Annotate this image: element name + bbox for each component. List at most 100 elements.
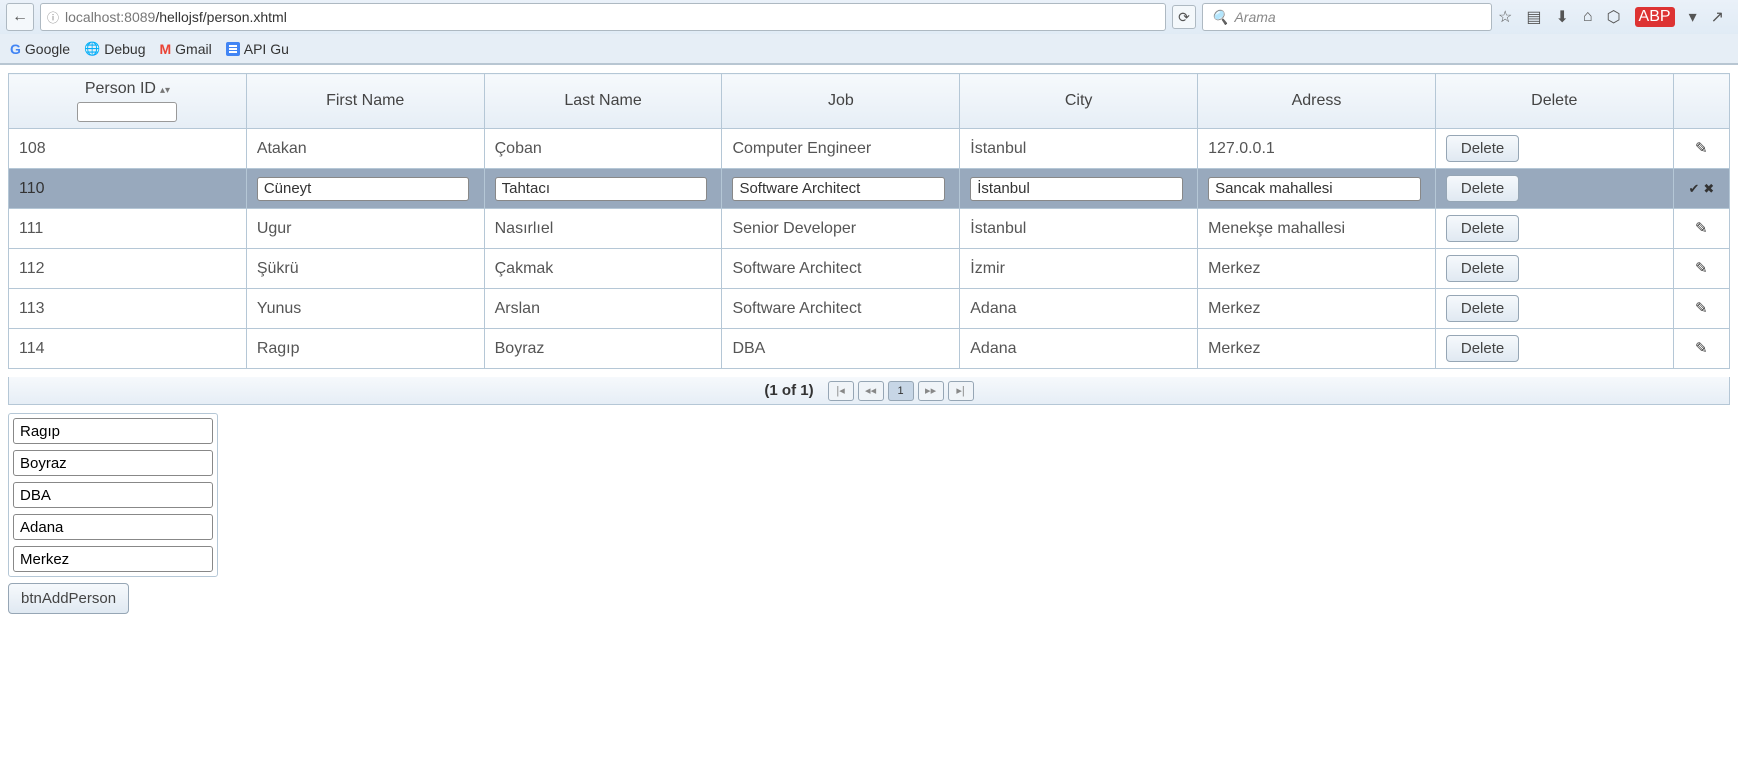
header-last-name[interactable]: Last Name [484,74,722,129]
edit-last-input[interactable] [495,177,707,201]
edit-city-input[interactable] [970,177,1182,201]
header-edit [1673,74,1729,129]
header-delete: Delete [1435,74,1673,129]
cell-delete: Delete [1435,129,1673,169]
form-last-input[interactable] [13,450,213,476]
delete-button[interactable]: Delete [1446,295,1519,322]
dropdown-icon[interactable]: ▾ [1689,7,1697,27]
header-label: Last Name [564,92,641,109]
confirm-icon[interactable]: ✔ [1686,181,1701,196]
search-placeholder: Arama [1234,9,1275,25]
bookmark-debug[interactable]: 🌐 Debug [84,41,145,57]
delete-button[interactable]: Delete [1446,215,1519,242]
cell-last: Arslan [484,289,722,329]
edit-first-input[interactable] [257,177,469,201]
cell-first: Ragıp [246,329,484,369]
header-address[interactable]: Adress [1198,74,1436,129]
cell-id: 113 [9,289,247,329]
cell-first [246,169,484,209]
add-person-form [8,413,218,577]
cell-delete: Delete [1435,249,1673,289]
bookmark-label: Gmail [175,41,212,57]
google-icon: G [10,41,21,57]
table-row: 108AtakanÇobanComputer Engineerİstanbul1… [9,129,1730,169]
edit-icon[interactable]: ✎ [1695,220,1708,237]
edit-icon[interactable]: ✎ [1695,340,1708,357]
bookmark-label: Debug [104,41,145,57]
delete-button[interactable]: Delete [1446,135,1519,162]
edit-icon[interactable]: ✎ [1695,260,1708,277]
filter-id-input[interactable] [77,102,177,122]
cell-delete: Delete [1435,289,1673,329]
edit-address-input[interactable] [1208,177,1420,201]
table-row: 110 Delete ✔✖ [9,169,1730,209]
header-label: Adress [1292,92,1342,109]
abp-icon[interactable]: ABP [1635,7,1675,27]
paginator-next[interactable]: ▸▸ [918,381,944,401]
bookmark-google[interactable]: G Google [10,41,70,57]
delete-button[interactable]: Delete [1446,335,1519,362]
paginator-first[interactable]: |◂ [828,381,854,401]
doc-icon [226,42,240,56]
toolbar-icons: ☆ ▤ ⬇ ⌂ ⬡ ABP ▾ ↗ [1498,7,1732,27]
sort-icon[interactable]: ▴▾ [160,85,170,96]
cell-address: Menekşe mahallesi [1198,209,1436,249]
table-row: 112ŞükrüÇakmakSoftware ArchitectİzmirMer… [9,249,1730,289]
paginator-last[interactable]: ▸| [948,381,974,401]
header-label: Person ID [85,80,156,97]
url-port: :8089 [120,9,155,25]
header-job[interactable]: Job [722,74,960,129]
bookmarks-bar: G Google 🌐 Debug M Gmail API Gu [0,34,1738,64]
paginator-prev[interactable]: ◂◂ [858,381,884,401]
cell-job: Senior Developer [722,209,960,249]
header-label: City [1065,92,1093,109]
paginator-info: (1 of 1) [764,382,813,399]
header-person-id[interactable]: Person ID ▴▾ [9,74,247,129]
cell-last: Boyraz [484,329,722,369]
cell-city: İstanbul [960,209,1198,249]
cell-address: 127.0.0.1 [1198,129,1436,169]
cell-last: Çakmak [484,249,722,289]
edit-icon[interactable]: ✎ [1695,300,1708,317]
cell-edit: ✎ [1673,329,1729,369]
pocket-icon[interactable]: ⬡ [1607,7,1621,27]
form-job-input[interactable] [13,482,213,508]
add-person-button[interactable]: btnAddPerson [8,583,129,614]
home-icon[interactable]: ⌂ [1583,8,1593,26]
cell-job: Software Architect [722,249,960,289]
form-address-input[interactable] [13,546,213,572]
cell-city: Adana [960,289,1198,329]
cell-id: 110 [9,169,247,209]
cell-first: Şükrü [246,249,484,289]
edit-icon[interactable]: ✎ [1695,140,1708,157]
star-icon[interactable]: ☆ [1498,7,1512,27]
download-icon[interactable]: ⬇ [1556,7,1569,27]
bookmark-label: Google [25,41,70,57]
header-city[interactable]: City [960,74,1198,129]
reload-button[interactable]: ⟳ [1172,5,1196,29]
library-icon[interactable]: ▤ [1526,7,1541,27]
url-field[interactable]: ⓘ localhost:8089/hellojsf/person.xhtml [40,3,1166,31]
cell-id: 108 [9,129,247,169]
paginator-page-current[interactable]: 1 [888,381,914,401]
cell-edit: ✔✖ [1673,169,1729,209]
bookmark-api-gu[interactable]: API Gu [226,41,289,57]
cell-edit: ✎ [1673,249,1729,289]
cell-address: Merkez [1198,249,1436,289]
form-city-input[interactable] [13,514,213,540]
share-icon[interactable]: ↗ [1711,7,1724,27]
back-button[interactable]: ← [6,3,34,31]
cell-first: Atakan [246,129,484,169]
cell-first: Ugur [246,209,484,249]
cell-last [484,169,722,209]
form-first-input[interactable] [13,418,213,444]
delete-button[interactable]: Delete [1446,255,1519,282]
edit-job-input[interactable] [732,177,944,201]
bookmark-gmail[interactable]: M Gmail [160,41,212,57]
delete-button[interactable]: Delete [1446,175,1519,202]
search-field[interactable]: 🔍 Arama [1202,3,1492,31]
cancel-icon[interactable]: ✖ [1701,181,1716,196]
cell-job: Software Architect [722,289,960,329]
header-label: Delete [1531,92,1577,109]
header-first-name[interactable]: First Name [246,74,484,129]
